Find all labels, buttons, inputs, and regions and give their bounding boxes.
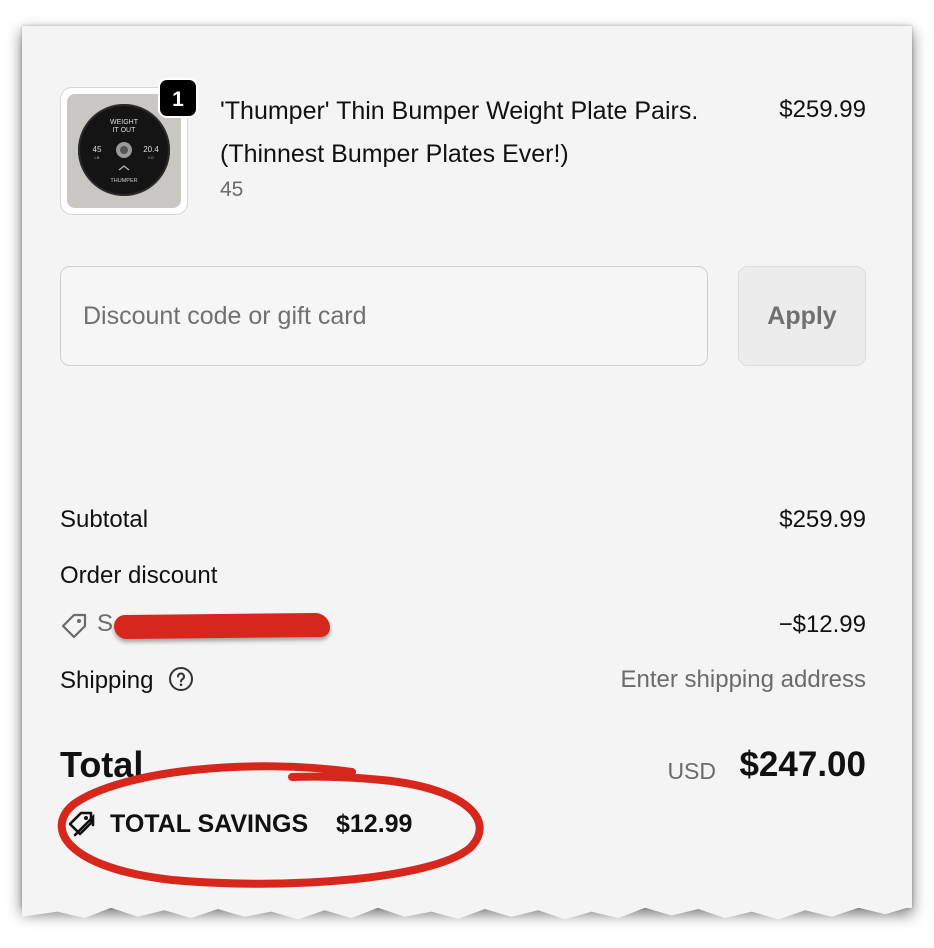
product-title: 'Thumper' Thin Bumper Weight Plate Pairs… bbox=[220, 97, 699, 168]
savings-tag-icon bbox=[66, 808, 98, 845]
help-icon[interactable] bbox=[168, 666, 194, 699]
svg-text:IT OUT: IT OUT bbox=[113, 127, 137, 134]
total-label: Total bbox=[60, 744, 144, 785]
svg-text:45: 45 bbox=[93, 145, 102, 154]
order-discount-label: Order discount bbox=[60, 562, 218, 589]
svg-text:LB: LB bbox=[95, 155, 100, 160]
total-savings-amount: $12.99 bbox=[336, 810, 413, 838]
currency-code: USD bbox=[667, 758, 716, 784]
total-amount: $247.00 bbox=[739, 745, 866, 784]
shipping-value: Enter shipping address bbox=[620, 666, 866, 693]
total-savings-label: TOTAL SAVINGS bbox=[110, 810, 309, 838]
quantity-badge: 1 bbox=[158, 78, 198, 118]
subtotal-value: $259.99 bbox=[779, 506, 866, 533]
redaction-mark bbox=[113, 612, 331, 640]
svg-text:THUMPER: THUMPER bbox=[110, 178, 137, 184]
subtotal-label: Subtotal bbox=[60, 506, 149, 533]
product-price: $259.99 bbox=[779, 96, 866, 123]
product-variant: 45 bbox=[220, 178, 244, 201]
torn-paper-edge bbox=[22, 896, 912, 920]
discount-code-text: S bbox=[97, 610, 114, 637]
shipping-label: Shipping bbox=[60, 667, 154, 694]
svg-text:WEIGHT: WEIGHT bbox=[110, 119, 139, 126]
discount-code-input[interactable] bbox=[60, 266, 708, 366]
svg-text:20.4: 20.4 bbox=[143, 145, 159, 154]
discount-amount: −$12.99 bbox=[778, 611, 866, 638]
svg-text:KG: KG bbox=[148, 155, 154, 160]
shipping-row: Shipping bbox=[60, 666, 194, 699]
apply-discount-button[interactable]: Apply bbox=[738, 266, 866, 366]
tag-icon bbox=[60, 612, 88, 645]
